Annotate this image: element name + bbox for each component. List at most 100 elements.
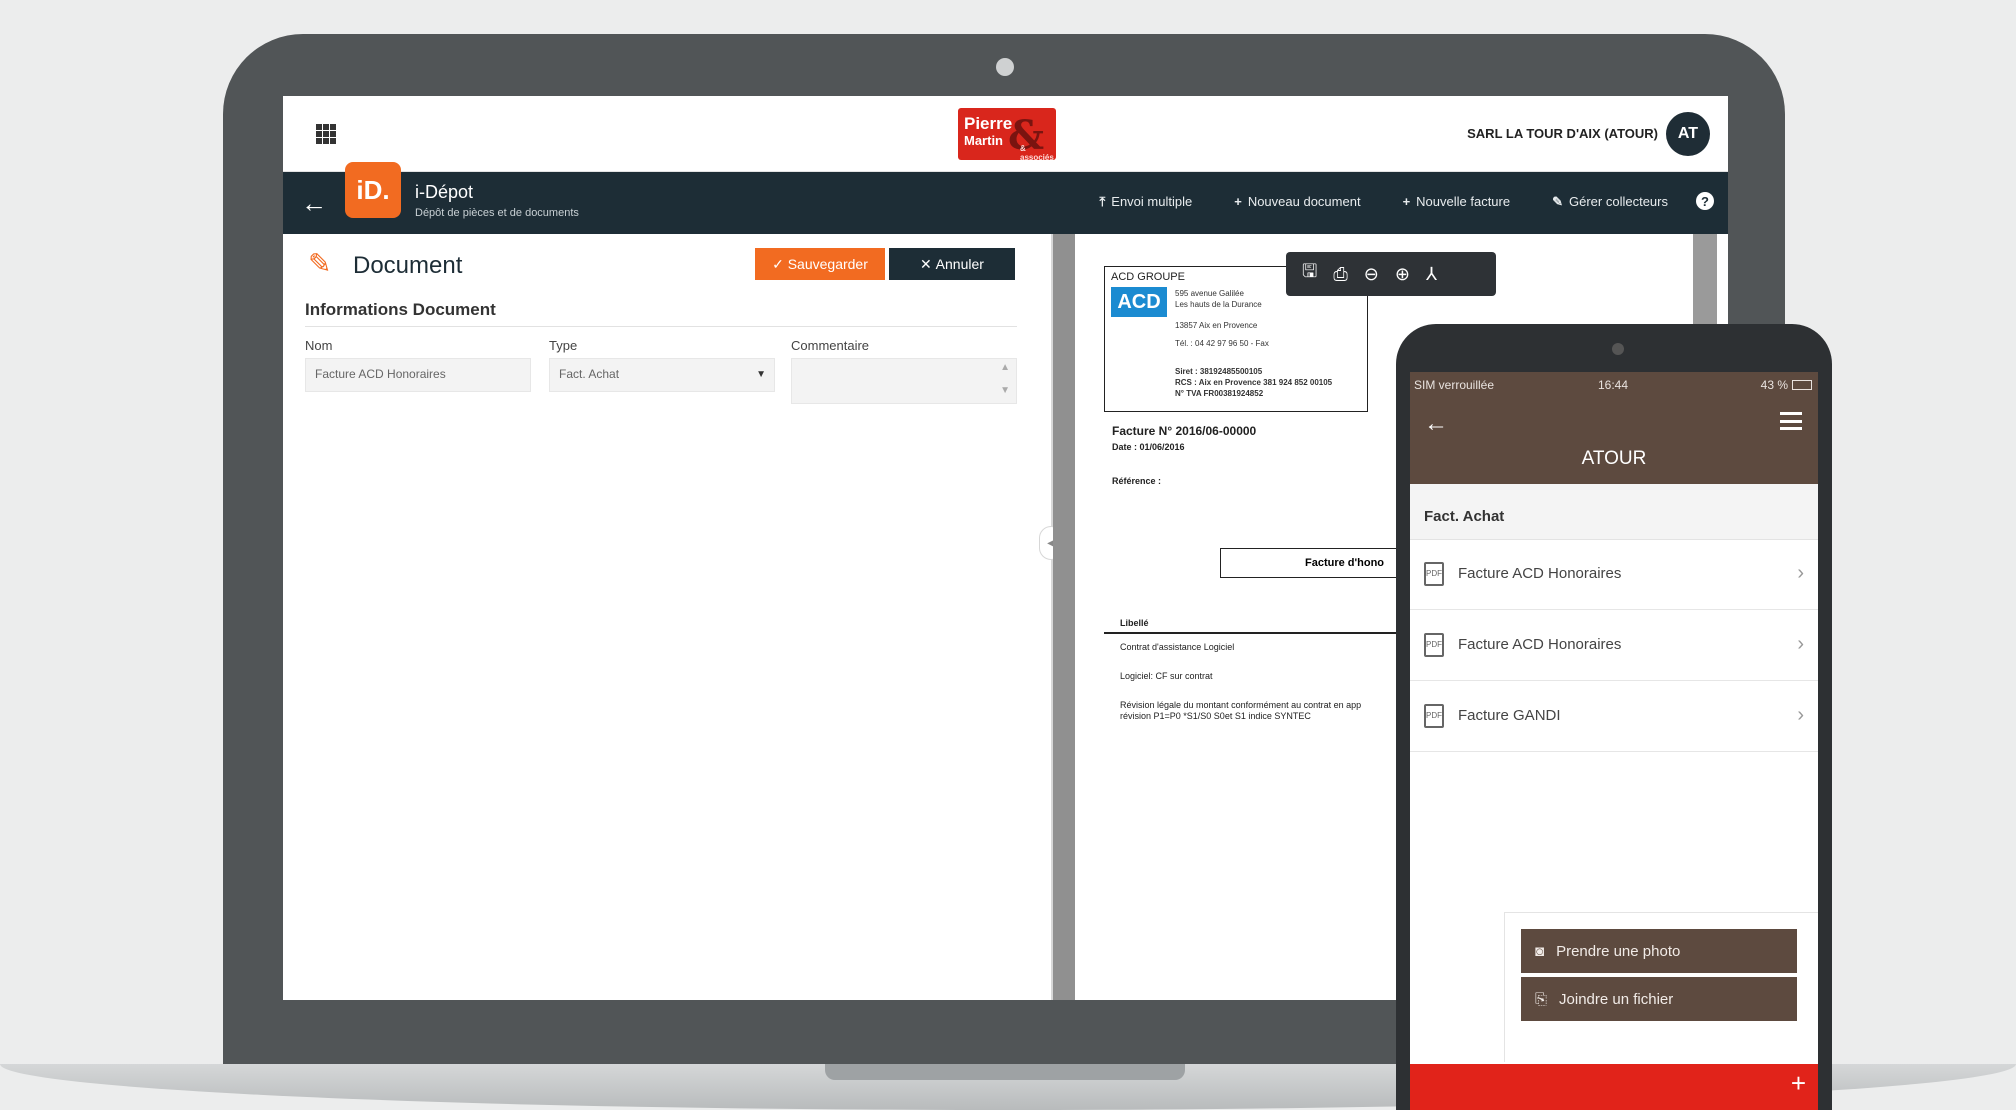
- nouveau-document-button[interactable]: + Nouveau document: [1234, 194, 1360, 210]
- save-icon[interactable]: 🖫: [1302, 259, 1317, 289]
- caret-down-icon: ▼: [756, 369, 766, 380]
- form-title: Document: [353, 252, 463, 279]
- chevron-right-icon: ›: [1797, 633, 1804, 655]
- save-button[interactable]: ✓ Sauvegarder: [755, 248, 885, 280]
- nom-label: Nom: [305, 338, 333, 353]
- pdf-file-icon: PDF: [1424, 562, 1444, 586]
- pdf-addr-6: RCS : Aix en Provence 381 924 852 00105: [1175, 378, 1333, 387]
- section-title: Informations Document: [305, 300, 496, 319]
- phone-title: ATOUR: [1581, 448, 1647, 469]
- pdf-addr-1: 595 avenue Galilée: [1175, 289, 1244, 298]
- status-carrier: SIM verrouillée: [1414, 378, 1495, 392]
- upload-icon: ⤒: [1099, 194, 1106, 209]
- plus-icon: +: [1234, 194, 1242, 209]
- scroll-up-icon[interactable]: ▲: [1000, 362, 1010, 373]
- plus-icon: +: [1402, 194, 1411, 209]
- take-photo-button[interactable]: ◙ Prendre une photo: [1521, 929, 1797, 973]
- add-icon[interactable]: +: [1791, 1068, 1806, 1098]
- pdf-reference: Référence :: [1112, 476, 1162, 486]
- app-title: i-Dépot: [415, 182, 474, 202]
- chevron-right-icon: ›: [1797, 562, 1804, 584]
- list-item[interactable]: PDF Facture ACD Honoraires ›: [1410, 540, 1818, 610]
- pdf-addr-7: N° TVA FR00381924852: [1175, 389, 1264, 398]
- gerer-collecteurs-label: Gérer collecteurs: [1569, 194, 1668, 209]
- pdf-company: ACD GROUPE: [1111, 271, 1185, 283]
- zoom-out-icon[interactable]: ⊖: [1364, 264, 1379, 285]
- commentaire-label: Commentaire: [791, 338, 870, 353]
- apps-grid-icon[interactable]: [316, 124, 336, 144]
- pdf-toolbar: 🖫 ⎙ ⊖ ⊕ ⅄: [1286, 252, 1496, 296]
- camera-icon: ◙: [1535, 942, 1545, 960]
- envoi-multiple-label: Envoi multiple: [1111, 194, 1193, 209]
- pdf-addr-2: Les hauts de la Durance: [1175, 300, 1262, 309]
- list-item[interactable]: PDF Facture GANDI ›: [1410, 682, 1818, 752]
- envoi-multiple-button[interactable]: ⤒ Envoi multiple: [1100, 194, 1193, 210]
- type-label: Type: [549, 338, 578, 353]
- status-battery: 43 %: [1760, 378, 1788, 392]
- acd-logo: ACD: [1111, 287, 1167, 317]
- list-item-label: Facture ACD Honoraires: [1458, 636, 1622, 653]
- phone-action-menu: ◙ Prendre une photo ⎘ Joindre un fichier: [1504, 912, 1818, 1062]
- attach-file-button[interactable]: ⎘ Joindre un fichier: [1521, 977, 1797, 1021]
- pdf-addr-3: 13857 Aix en Provence: [1175, 321, 1258, 330]
- section-divider: [305, 326, 1017, 327]
- phone-fab-bar[interactable]: +: [1410, 1064, 1818, 1110]
- type-select[interactable]: Fact. Achat ▼: [549, 358, 775, 392]
- save-label: Sauvegarder: [787, 256, 868, 272]
- type-value: Fact. Achat: [559, 367, 620, 381]
- nom-input[interactable]: Facture ACD Honoraires: [305, 358, 531, 392]
- pdf-line-2: Logiciel: CF sur contrat: [1120, 671, 1213, 681]
- phone-status-bar: SIM verrouillée 16:44 43 %: [1410, 372, 1818, 398]
- brand-logo-line2: Martin: [964, 133, 1003, 148]
- scroll-down-icon[interactable]: ▼: [1000, 385, 1010, 396]
- status-time: 16:44: [1598, 378, 1629, 392]
- company-name[interactable]: SARL LA TOUR D'AIX (ATOUR): [1467, 126, 1658, 141]
- paperclip-icon: ⎘: [1535, 990, 1548, 1008]
- list-item[interactable]: PDF Facture ACD Honoraires ›: [1410, 611, 1818, 681]
- user-avatar[interactable]: AT: [1666, 112, 1710, 156]
- take-photo-label: Prendre une photo: [1556, 942, 1681, 960]
- app-navbar: ← iD. i-Dépot Dépôt de pièces et de docu…: [283, 162, 1728, 234]
- nouvelle-facture-label: Nouvelle facture: [1416, 194, 1511, 209]
- brand-logo[interactable]: Pierre Martin & & associés: [958, 108, 1056, 162]
- cancel-button[interactable]: ✕ Annuler: [889, 248, 1015, 280]
- acrobat-icon[interactable]: ⅄: [1426, 264, 1437, 285]
- nouvelle-facture-button[interactable]: + Nouvelle facture: [1403, 194, 1511, 210]
- gerer-collecteurs-button[interactable]: ✎ Gérer collecteurs: [1552, 194, 1668, 210]
- chevron-right-icon: ›: [1797, 704, 1804, 726]
- pdf-box-label: Facture d'hono: [1220, 548, 1420, 578]
- pdf-file-icon: PDF: [1424, 704, 1444, 728]
- list-item-label: Facture GANDI: [1458, 707, 1561, 724]
- check-icon: ✓: [772, 255, 788, 272]
- webcam: [996, 58, 1014, 76]
- back-arrow-icon[interactable]: ←: [301, 190, 327, 216]
- app-subtitle: Dépôt de pièces et de documents: [415, 207, 579, 219]
- viewer-margin: [1053, 234, 1075, 1000]
- zoom-in-icon[interactable]: ⊕: [1395, 264, 1410, 285]
- list-item-label: Facture ACD Honoraires: [1458, 565, 1622, 582]
- brand-logo-line3: & associés: [1020, 144, 1054, 162]
- hamburger-menu-icon[interactable]: [1780, 412, 1802, 430]
- pdf-line-4: révision P1=P0 *S1/S0 S0et S1 indice SYN…: [1120, 711, 1311, 721]
- laptop-notch: [825, 1064, 1185, 1080]
- nav-actions: ⤒ Envoi multiple + Nouveau document + Nouve…: [1100, 194, 1668, 210]
- pdf-addr-5: Siret : 38192485500105: [1175, 367, 1263, 376]
- top-header: Pierre Martin & & associés SARL LA TOUR …: [283, 96, 1728, 172]
- pdf-date: Date : 01/06/2016: [1112, 442, 1185, 452]
- pdf-rule: [1104, 632, 1404, 634]
- commentaire-textarea[interactable]: ▲ ▼: [791, 358, 1017, 404]
- back-arrow-icon[interactable]: ←: [1424, 410, 1448, 438]
- edit-document-icon: ✎: [308, 248, 332, 279]
- print-icon[interactable]: ⎙: [1333, 264, 1347, 285]
- battery-icon: [1792, 380, 1812, 390]
- pdf-invoice-number: Facture N° 2016/06-00000: [1112, 424, 1257, 438]
- pdf-line-3: Révision légale du montant conformément …: [1120, 700, 1362, 710]
- edit-icon: ✎: [1552, 194, 1564, 209]
- pdf-line-1: Contrat d'assistance Logiciel: [1120, 642, 1235, 652]
- attach-file-label: Joindre un fichier: [1559, 990, 1674, 1008]
- help-icon[interactable]: ?: [1696, 192, 1714, 210]
- nouveau-document-label: Nouveau document: [1247, 194, 1361, 209]
- app-badge-icon: iD.: [345, 162, 401, 218]
- nom-value: Facture ACD Honoraires: [315, 367, 446, 381]
- pdf-libelle: Libellé: [1120, 618, 1149, 628]
